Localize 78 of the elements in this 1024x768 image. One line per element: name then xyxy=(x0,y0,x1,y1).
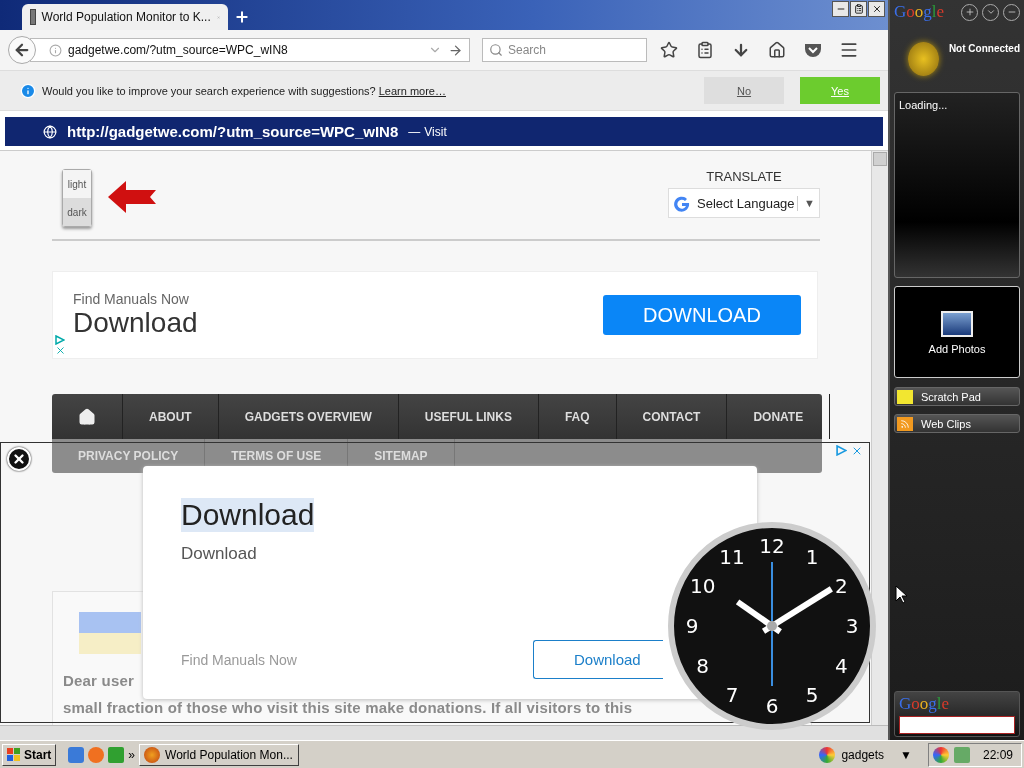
photo-icon xyxy=(941,311,973,337)
home-icon xyxy=(78,407,96,426)
status-text: Not Connected xyxy=(948,43,1020,54)
info-icon xyxy=(20,82,36,99)
clock-numeral: 7 xyxy=(725,683,739,708)
back-button[interactable] xyxy=(8,36,36,64)
url-suggestion[interactable]: http://gadgetwe.com/?utm_source=WPC_wIN8 — Visit xyxy=(5,117,883,146)
minimize-button[interactable] xyxy=(832,1,849,17)
gadgets-label[interactable]: gadgets xyxy=(841,747,885,762)
theme-toggle-option[interactable]: light xyxy=(63,170,91,198)
add-photos-label: Add Photos xyxy=(927,343,987,355)
new-tab-icon[interactable] xyxy=(234,9,250,25)
ad-subtitle: Download xyxy=(181,544,258,564)
translate-heading: TRANSLATE xyxy=(706,169,782,184)
horizontal-scrollbar[interactable] xyxy=(0,725,888,740)
close-icon xyxy=(12,452,26,466)
donation-text: Dear user xyxy=(63,672,134,689)
close-icon[interactable] xyxy=(851,445,863,457)
address-field[interactable]: gadgetwe.com/?utm_source=WPC_wIN8 xyxy=(30,38,470,62)
go-arrow-icon[interactable] xyxy=(448,42,463,58)
clock-numeral: 1 xyxy=(805,544,819,569)
ad-choices-icon[interactable] xyxy=(55,335,65,345)
more-chevron[interactable]: » xyxy=(128,747,136,762)
note-icon xyxy=(897,389,913,404)
ad-source: Find Manuals Now xyxy=(181,651,297,668)
clock-numeral: 10 xyxy=(690,574,716,598)
clock-numeral: 12 xyxy=(759,534,785,558)
google-logo: Google xyxy=(899,694,951,714)
flag-icon xyxy=(79,612,141,654)
close-icon xyxy=(871,4,882,14)
clock-time: 22:09 xyxy=(982,747,1013,762)
taskbar-window-button[interactable]: World Population Mon... xyxy=(139,743,300,766)
notification-button[interactable]: No xyxy=(704,77,784,104)
clock-numeral: 9 xyxy=(685,614,699,638)
ad-kicker: Find Manuals Now xyxy=(73,291,190,307)
close-button[interactable] xyxy=(868,1,885,17)
notification-message: Would you like to improve your search experience with suggestions? Learn more… xyxy=(42,84,447,97)
windows-logo-icon xyxy=(7,747,21,762)
donation-text: small fraction of those who visit this site make donations. If all visitors to this xyxy=(63,699,633,716)
gadget-button[interactable]: Scratch Pad xyxy=(894,387,1020,406)
theme-toggle-option[interactable]: dark xyxy=(63,198,91,226)
mouse-pointer-icon xyxy=(895,585,907,604)
loading-text: Loading... xyxy=(898,98,949,113)
search-field[interactable] xyxy=(899,716,1015,734)
gadgets-icon xyxy=(819,746,836,763)
google-logo: Google xyxy=(894,2,945,22)
globe-icon xyxy=(43,124,57,139)
favicon-icon xyxy=(30,9,36,25)
rss-icon xyxy=(897,416,913,431)
clock-numeral: 5 xyxy=(805,683,819,708)
clock-numeral: 11 xyxy=(719,544,745,569)
photos-panel[interactable]: Add Photos xyxy=(894,286,1020,378)
g-logo-icon xyxy=(673,194,691,212)
plus-icon xyxy=(964,7,975,17)
ad-choices-icon[interactable] xyxy=(836,445,847,456)
arrow-icon xyxy=(106,179,158,215)
start-button[interactable]: Start xyxy=(2,743,57,766)
ad-headline: Download xyxy=(181,498,315,532)
restore-icon xyxy=(853,4,864,14)
close-icon[interactable] xyxy=(55,345,66,356)
ad-headline: Download xyxy=(73,307,199,339)
search-field[interactable]: Search xyxy=(482,38,647,62)
chevron-down-icon xyxy=(985,7,996,17)
browser-tab[interactable]: World Population Monitor to K... xyxy=(22,4,228,30)
language-select[interactable]: Select Language ▼ xyxy=(668,188,820,218)
download-button[interactable]: Download xyxy=(533,640,663,679)
clock-numeral: 6 xyxy=(765,694,779,718)
download-button[interactable]: DOWNLOAD xyxy=(603,295,801,335)
sun-icon xyxy=(908,42,939,76)
restore-button[interactable] xyxy=(850,1,867,17)
clock-numeral: 8 xyxy=(696,654,710,678)
clock-numeral: 3 xyxy=(845,614,859,638)
learn-more-link[interactable]: Learn more… xyxy=(378,84,446,97)
caret-icon[interactable]: ▼ xyxy=(900,747,912,762)
search-icon xyxy=(489,43,503,57)
clock-numeral: 4 xyxy=(834,654,848,678)
gadget-button[interactable]: Web Clips xyxy=(894,414,1020,433)
clock-numeral: 2 xyxy=(834,574,848,598)
